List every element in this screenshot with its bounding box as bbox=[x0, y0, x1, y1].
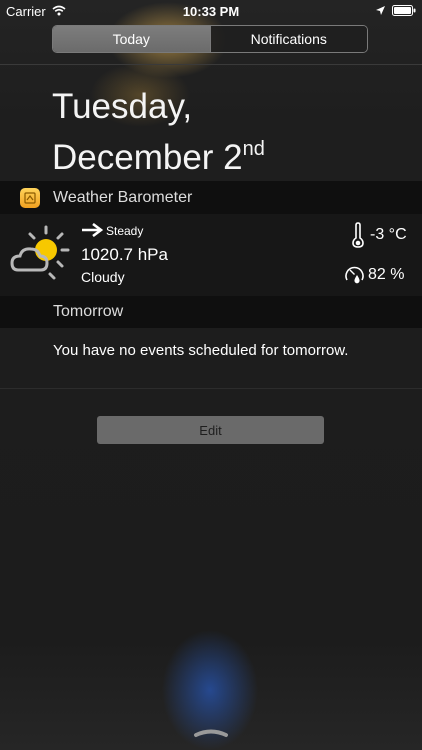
weather-condition: Cloudy bbox=[81, 269, 125, 285]
tab-notifications[interactable]: Notifications bbox=[210, 26, 367, 52]
pressure-trend: Steady bbox=[106, 224, 144, 238]
temperature-value: -3 °C bbox=[370, 226, 407, 243]
edit-button[interactable]: Edit bbox=[97, 416, 324, 444]
grabber-handle-icon[interactable] bbox=[193, 726, 229, 738]
date-heading: Tuesday, December 2nd bbox=[52, 86, 265, 179]
humidity-gauge-icon bbox=[345, 266, 364, 284]
divider bbox=[0, 64, 422, 65]
status-time: 10:33 PM bbox=[182, 4, 240, 19]
weather-widget-body[interactable]: Steady 1020.7 hPa Cloudy -3 °C 82 % bbox=[0, 214, 422, 296]
tab-today[interactable]: Today bbox=[53, 26, 211, 52]
tomorrow-header: Tomorrow bbox=[0, 296, 422, 328]
notification-center: Carrier 10:33 PM Today Notifications Tue… bbox=[0, 0, 422, 750]
pressure-value: 1020.7 hPa bbox=[81, 245, 168, 264]
battery-icon bbox=[392, 5, 416, 16]
partly-cloudy-icon bbox=[10, 225, 70, 280]
weather-widget-header[interactable]: Weather Barometer bbox=[0, 181, 422, 214]
thermometer-icon bbox=[352, 222, 364, 248]
date-ordinal-suffix: nd bbox=[242, 138, 265, 160]
date-month-day: December 2nd bbox=[52, 128, 265, 179]
location-icon bbox=[376, 6, 385, 15]
app-icon bbox=[20, 188, 40, 208]
arrow-right-icon bbox=[82, 223, 103, 237]
tomorrow-message: You have no events scheduled for tomorro… bbox=[53, 342, 349, 359]
view-segmented-control: Today Notifications bbox=[52, 25, 368, 53]
status-bar: Carrier 10:33 PM bbox=[0, 0, 422, 22]
divider bbox=[0, 388, 422, 389]
date-weekday: Tuesday, bbox=[52, 87, 193, 126]
tomorrow-title: Tomorrow bbox=[53, 303, 124, 320]
barometer-app-icon bbox=[24, 192, 36, 204]
date-month-day-text: December 2 bbox=[52, 138, 243, 177]
humidity-value: 82 % bbox=[368, 266, 405, 283]
widget-title: Weather Barometer bbox=[53, 189, 193, 206]
